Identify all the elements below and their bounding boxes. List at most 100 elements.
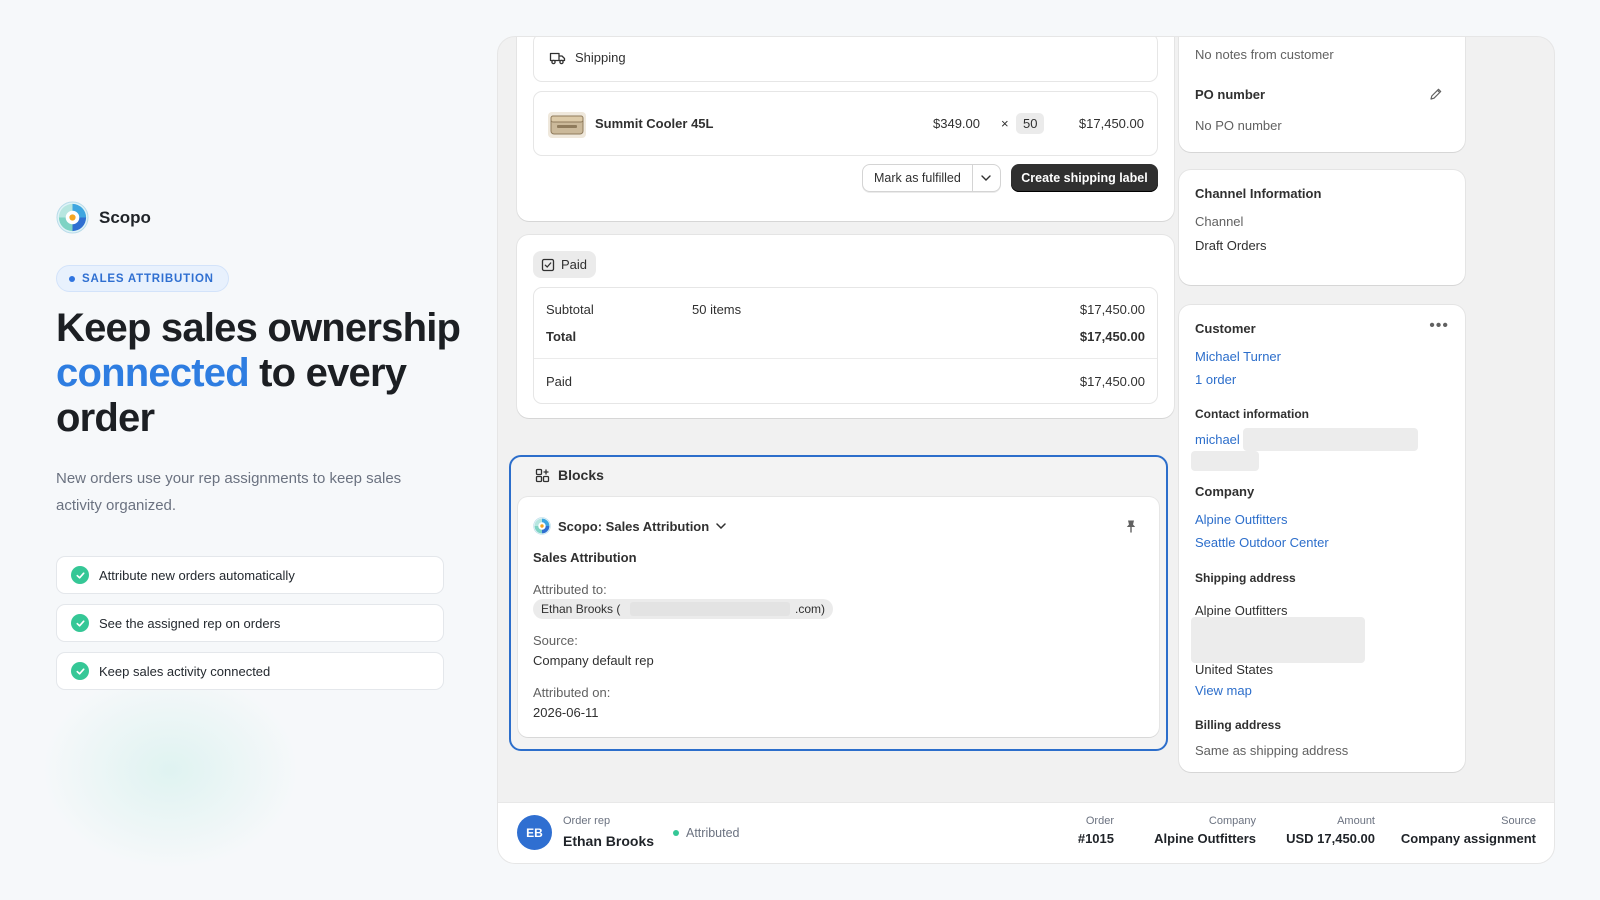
customer-email-link[interactable]: michael bbox=[1195, 432, 1240, 447]
order-rep-name: Ethan Brooks bbox=[563, 833, 655, 849]
feature-list: Attribute new orders automatically See t… bbox=[56, 556, 444, 700]
avatar: EB bbox=[517, 815, 552, 850]
quantity-badge: 50 bbox=[1016, 113, 1045, 134]
billing-address-title: Billing address bbox=[1195, 718, 1282, 732]
total-value: $17,450.00 bbox=[1079, 329, 1145, 344]
order-value: #1015 bbox=[1077, 831, 1114, 846]
scopo-logo-icon bbox=[56, 201, 89, 234]
notes-text: No notes from customer bbox=[1195, 47, 1334, 62]
notes-card: No notes from customer PO number No PO n… bbox=[1179, 37, 1465, 152]
company-value: Alpine Outfitters bbox=[1154, 831, 1256, 846]
hero-title-line1: Keep sales ownership bbox=[56, 306, 461, 350]
subtotal-value: $17,450.00 bbox=[1079, 302, 1145, 317]
redacted-address bbox=[1191, 617, 1365, 663]
rep-chip-domain: .com) bbox=[795, 602, 825, 616]
check-icon bbox=[71, 566, 89, 584]
times-symbol: × bbox=[1001, 116, 1009, 131]
pencil-icon[interactable] bbox=[1429, 87, 1443, 101]
fulfill-menu-button[interactable] bbox=[973, 165, 1000, 191]
pin-icon[interactable] bbox=[1124, 519, 1138, 533]
subtotal-row: Subtotal 50 items $17,450.00 bbox=[546, 302, 1145, 317]
hero-title: Keep sales ownership connected to every … bbox=[56, 306, 476, 441]
order-label: Order bbox=[1085, 815, 1114, 827]
feature-label: Attribute new orders automatically bbox=[99, 567, 295, 583]
create-shipping-label-button[interactable]: Create shipping label bbox=[1011, 164, 1158, 192]
company-stat: Company Alpine Outfitters bbox=[1154, 815, 1256, 846]
feature-item: Keep sales activity connected bbox=[56, 652, 444, 690]
line-total: $17,450.00 bbox=[1078, 116, 1144, 131]
app-window: Shipping Summit Cooler 45L $349.00 × 50 … bbox=[497, 36, 1555, 864]
chevron-down-icon bbox=[981, 175, 992, 181]
section-title: Sales Attribution bbox=[533, 550, 637, 565]
customer-name-link[interactable]: Michael Turner bbox=[1195, 349, 1281, 364]
source-label: Source bbox=[1501, 815, 1536, 827]
redacted-email bbox=[1243, 428, 1418, 451]
order-rep-label: Order rep bbox=[563, 815, 611, 827]
scopo-logo-icon bbox=[533, 517, 551, 535]
payment-status-badge: Paid bbox=[533, 251, 597, 278]
order-stat: Order #1015 bbox=[1078, 815, 1114, 846]
amount-stat: Amount USD 17,450.00 bbox=[1286, 815, 1375, 846]
customer-orders-link[interactable]: 1 order bbox=[1195, 372, 1236, 387]
product-name[interactable]: Summit Cooler 45L bbox=[595, 116, 713, 131]
total-label: Total bbox=[546, 329, 577, 344]
paid-value: $17,450.00 bbox=[1079, 374, 1145, 389]
mark-fulfilled-button[interactable]: Mark as fulfilled bbox=[863, 165, 973, 191]
line-item: Summit Cooler 45L $349.00 × 50 $17,450.0… bbox=[533, 91, 1158, 156]
source-stat: Source Company assignment bbox=[1401, 815, 1536, 846]
check-icon bbox=[71, 614, 89, 632]
apps-icon bbox=[535, 468, 550, 482]
blocks-title: Blocks bbox=[558, 467, 604, 483]
badge-label: SALES ATTRIBUTION bbox=[82, 272, 214, 285]
fulfill-button-group: Mark as fulfilled bbox=[862, 164, 1001, 192]
hero-title-line2: to every bbox=[248, 351, 407, 395]
rep-chip-name: Ethan Brooks ( bbox=[541, 602, 621, 616]
shipping-title: Shipping bbox=[575, 50, 626, 65]
subtotal-label: Subtotal bbox=[546, 302, 594, 317]
feature-label: See the assigned rep on orders bbox=[99, 615, 281, 631]
extension-name: Scopo: Sales Attribution bbox=[558, 518, 710, 534]
hero-title-accent: connected bbox=[56, 351, 250, 395]
shipping-header: Shipping bbox=[533, 37, 1158, 82]
rep-chip: Ethan Brooks ( .com) bbox=[533, 599, 833, 619]
channel-title: Channel Information bbox=[1195, 186, 1322, 201]
channel-value: Draft Orders bbox=[1195, 238, 1267, 253]
hero-subtitle: New orders use your rep assignments to k… bbox=[56, 470, 402, 514]
receipt-check-icon bbox=[541, 258, 555, 271]
source-value: Company default rep bbox=[533, 653, 654, 668]
shipping-address-line1: Alpine Outfitters bbox=[1195, 603, 1288, 618]
source-label: Source: bbox=[533, 633, 578, 648]
attributed-to-label: Attributed to: bbox=[533, 582, 607, 597]
company-location-link[interactable]: Seattle Outdoor Center bbox=[1195, 535, 1329, 550]
shipping-card: Shipping Summit Cooler 45L $349.00 × 50 … bbox=[517, 37, 1174, 221]
channel-card: Channel Information Channel Draft Orders bbox=[1179, 170, 1465, 285]
brand: Scopo bbox=[56, 201, 151, 234]
po-value: No PO number bbox=[1195, 118, 1282, 133]
redacted-email bbox=[630, 602, 790, 616]
extension-selector[interactable]: Scopo: Sales Attribution bbox=[533, 517, 726, 535]
brand-name: Scopo bbox=[99, 207, 151, 227]
customer-card: Customer ••• Michael Turner 1 order Cont… bbox=[1179, 305, 1465, 772]
check-icon bbox=[71, 662, 89, 680]
view-map-link[interactable]: View map bbox=[1195, 683, 1252, 698]
blocks-header: Blocks bbox=[535, 467, 604, 483]
chevron-down-icon bbox=[716, 523, 726, 529]
payment-summary: Subtotal 50 items $17,450.00 Total $17,4… bbox=[533, 287, 1158, 404]
truck-icon bbox=[549, 52, 566, 64]
feature-item: See the assigned rep on orders bbox=[56, 604, 444, 642]
source-value: Company assignment bbox=[1400, 831, 1536, 846]
feature-label: Keep sales activity connected bbox=[99, 663, 271, 679]
amount-label: Amount bbox=[1337, 815, 1375, 827]
payment-card: Paid Subtotal 50 items $17,450.00 Total … bbox=[517, 235, 1174, 418]
company-link[interactable]: Alpine Outfitters bbox=[1195, 512, 1288, 527]
more-options-icon[interactable]: ••• bbox=[1429, 317, 1449, 335]
customer-title: Customer bbox=[1195, 321, 1256, 336]
attribution-summary-bar: EB Order rep Ethan Brooks Attributed Ord… bbox=[498, 802, 1554, 863]
total-row: Total $17,450.00 bbox=[546, 329, 1145, 344]
status-dot bbox=[673, 830, 679, 836]
company-label: Company bbox=[1208, 815, 1256, 827]
badge-dot bbox=[69, 275, 75, 282]
product-thumbnail bbox=[548, 112, 586, 138]
shipping-address-title: Shipping address bbox=[1195, 571, 1296, 585]
unit-price: $349.00 bbox=[933, 116, 980, 131]
